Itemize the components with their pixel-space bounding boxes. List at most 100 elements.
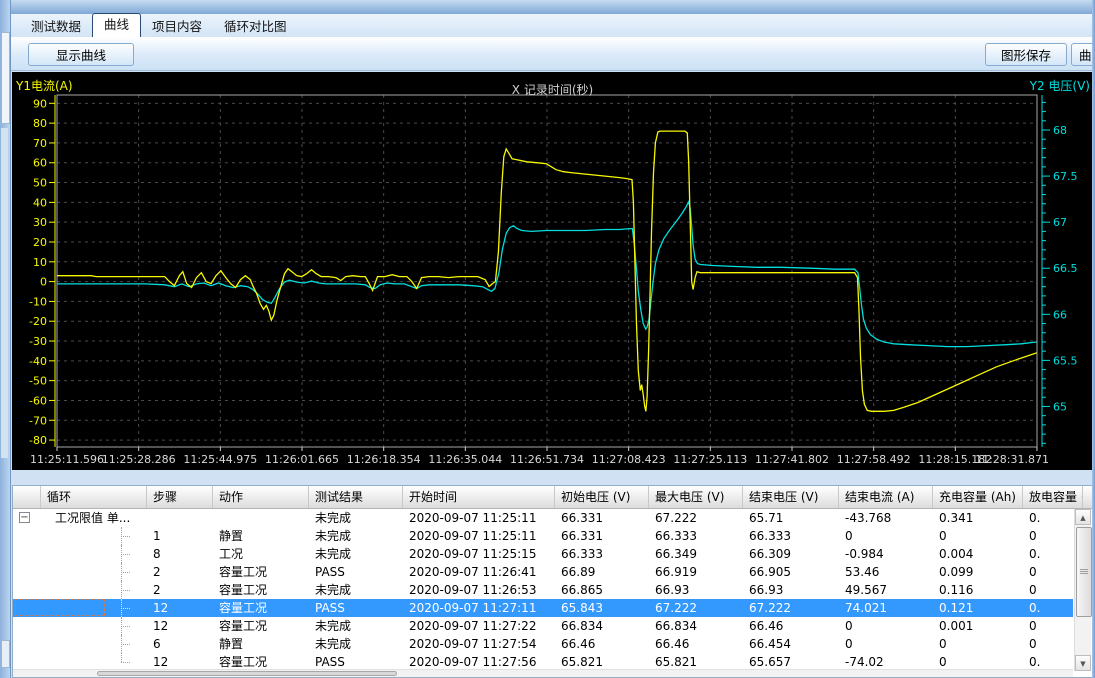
cell-v_max: 65.821 xyxy=(649,653,743,669)
window-top-bar xyxy=(0,0,1095,14)
cell-action xyxy=(213,509,309,527)
cell-start: 2020-09-07 11:25:15 xyxy=(403,545,555,563)
cell-v_max: 67.222 xyxy=(649,599,743,617)
cell-step: 6 xyxy=(147,635,213,653)
cell-chg: 0 xyxy=(933,635,1023,653)
y1-tick-label: -70 xyxy=(29,414,47,427)
table-row[interactable]: 1静置未完成2020-09-07 11:25:1166.33166.33366.… xyxy=(13,527,1073,545)
tree-stub xyxy=(121,644,130,645)
cell-v_init: 65.821 xyxy=(555,653,649,669)
table-row[interactable]: −工况限值 单...未完成2020-09-07 11:25:1166.33167… xyxy=(13,509,1073,527)
cell-action: 工况 xyxy=(213,545,309,563)
cell-action: 容量工况 xyxy=(213,617,309,635)
tab-project-content[interactable]: 项目内容 xyxy=(141,17,213,37)
cell-cycle xyxy=(41,635,147,653)
cell-step: 1 xyxy=(147,527,213,545)
cell-expand xyxy=(13,617,41,635)
cell-chg: 0 xyxy=(933,527,1023,545)
cell-cycle xyxy=(41,617,147,635)
cell-chg: 0.121 xyxy=(933,599,1023,617)
y1-tick-label: -30 xyxy=(29,335,47,348)
table-row[interactable]: 2容量工况未完成2020-09-07 11:26:5366.86566.9366… xyxy=(13,581,1073,599)
cell-start: 2020-09-07 11:27:54 xyxy=(403,635,555,653)
table-row[interactable]: 12容量工况PASS2020-09-07 11:27:5665.82165.82… xyxy=(13,653,1073,669)
scroll-up-icon[interactable]: ▲ xyxy=(1075,509,1091,525)
table-row[interactable]: 2容量工况PASS2020-09-07 11:26:4166.8966.9196… xyxy=(13,563,1073,581)
table-row[interactable]: 12容量工况PASS2020-09-07 11:27:1165.84367.22… xyxy=(13,599,1073,617)
column-header-action[interactable]: 动作 xyxy=(213,486,309,508)
cell-v_end: 65.657 xyxy=(743,653,839,669)
cell-step: 8 xyxy=(147,545,213,563)
cell-v_end: 66.333 xyxy=(743,527,839,545)
column-header-v_end[interactable]: 结束电压 (V) xyxy=(743,486,839,508)
column-header-chg[interactable]: 充电容量 (Ah) xyxy=(933,486,1023,508)
column-header-v_init[interactable]: 初始电压 (V) xyxy=(555,486,649,508)
cell-start: 2020-09-07 11:27:11 xyxy=(403,599,555,617)
column-header-step[interactable]: 步骤 xyxy=(147,486,213,508)
chart-canvas[interactable]: 9080706050403020100-10-20-30-40-50-60-70… xyxy=(12,72,1093,470)
vertical-scrollbar[interactable]: ▲ ▼ xyxy=(1074,509,1091,671)
tree-rail xyxy=(121,653,122,662)
save-graphic-button[interactable]: 图形保存 xyxy=(985,43,1067,66)
y1-tick-label: 90 xyxy=(33,97,47,110)
horizontal-scrollbar[interactable] xyxy=(13,669,1073,677)
cell-start: 2020-09-07 11:26:41 xyxy=(403,563,555,581)
y1-tick-label: -10 xyxy=(29,295,47,308)
cell-v_init: 66.865 xyxy=(555,581,649,599)
cell-action: 容量工况 xyxy=(213,653,309,669)
cell-v_end: 67.222 xyxy=(743,599,839,617)
cell-expand: − xyxy=(13,509,41,527)
scroll-down-icon[interactable]: ▼ xyxy=(1075,655,1091,671)
cell-step: 12 xyxy=(147,599,213,617)
column-header-result[interactable]: 测试结果 xyxy=(309,486,403,508)
cell-i_end: 74.021 xyxy=(839,599,933,617)
cell-expand xyxy=(13,653,41,669)
cell-v_max: 66.93 xyxy=(649,581,743,599)
cell-v_end: 65.71 xyxy=(743,509,839,527)
cell-i_end: 0 xyxy=(839,527,933,545)
expand-toggle-icon[interactable]: − xyxy=(19,512,30,523)
cell-start: 2020-09-07 11:25:11 xyxy=(403,527,555,545)
tab-test-data[interactable]: 测试数据 xyxy=(20,17,92,37)
x-tick-label: 11:27:58.492 xyxy=(837,453,911,466)
app-window: 测试数据 曲线 项目内容 循环对比图 显示曲线 图形保存 曲 908070605… xyxy=(0,0,1095,678)
cell-v_end: 66.46 xyxy=(743,617,839,635)
y2-tick-label: 67 xyxy=(1053,216,1067,229)
tab-curve[interactable]: 曲线 xyxy=(92,13,141,37)
table-row[interactable]: 6静置未完成2020-09-07 11:27:5466.4666.4666.45… xyxy=(13,635,1073,653)
horizontal-scrollbar-thumb[interactable] xyxy=(97,671,397,676)
cell-cycle: 工况限值 单... xyxy=(41,509,147,527)
column-header-i_end[interactable]: 结束电流 (A) xyxy=(839,486,933,508)
column-header-start[interactable]: 开始时间 xyxy=(403,486,555,508)
cell-chg: 0.099 xyxy=(933,563,1023,581)
x-tick-label: 11:25:28.286 xyxy=(102,453,176,466)
cell-expand xyxy=(13,635,41,653)
show-curve-button[interactable]: 显示曲线 xyxy=(28,43,134,66)
table-body: −工况限值 单...未完成2020-09-07 11:25:1166.33167… xyxy=(13,509,1073,669)
cell-result: PASS xyxy=(309,599,403,617)
cell-action: 容量工况 xyxy=(213,599,309,617)
cell-step: 2 xyxy=(147,581,213,599)
tab-cycle-compare[interactable]: 循环对比图 xyxy=(213,17,298,37)
cell-v_init: 66.331 xyxy=(555,527,649,545)
cell-result: 未完成 xyxy=(309,581,403,599)
cell-step xyxy=(147,509,213,527)
table-row[interactable]: 8工况未完成2020-09-07 11:25:1566.33366.34966.… xyxy=(13,545,1073,563)
x-tick-label: 11:25:11.596 xyxy=(30,453,104,466)
column-header-expand[interactable] xyxy=(13,486,41,508)
cell-i_end: -74.02 xyxy=(839,653,933,669)
vertical-scrollbar-thumb[interactable] xyxy=(1076,527,1092,617)
column-header-v_max[interactable]: 最大电压 (V) xyxy=(649,486,743,508)
cell-action: 静置 xyxy=(213,527,309,545)
cell-action: 容量工况 xyxy=(213,581,309,599)
y2-tick-label: 65.5 xyxy=(1053,354,1078,367)
y2-tick-label: 65 xyxy=(1053,400,1067,413)
column-header-dchg[interactable]: 放电容量 (Ah) xyxy=(1023,486,1083,508)
y1-tick-label: 40 xyxy=(33,196,47,209)
cell-dchg: 0. xyxy=(1023,545,1073,563)
x-tick-label: 11:27:08.423 xyxy=(592,453,666,466)
cell-dchg: 0 xyxy=(1023,527,1073,545)
column-header-cycle[interactable]: 循环 xyxy=(41,486,147,508)
y1-tick-label: 80 xyxy=(33,117,47,130)
table-row[interactable]: 12容量工况未完成2020-09-07 11:27:2266.83466.834… xyxy=(13,617,1073,635)
